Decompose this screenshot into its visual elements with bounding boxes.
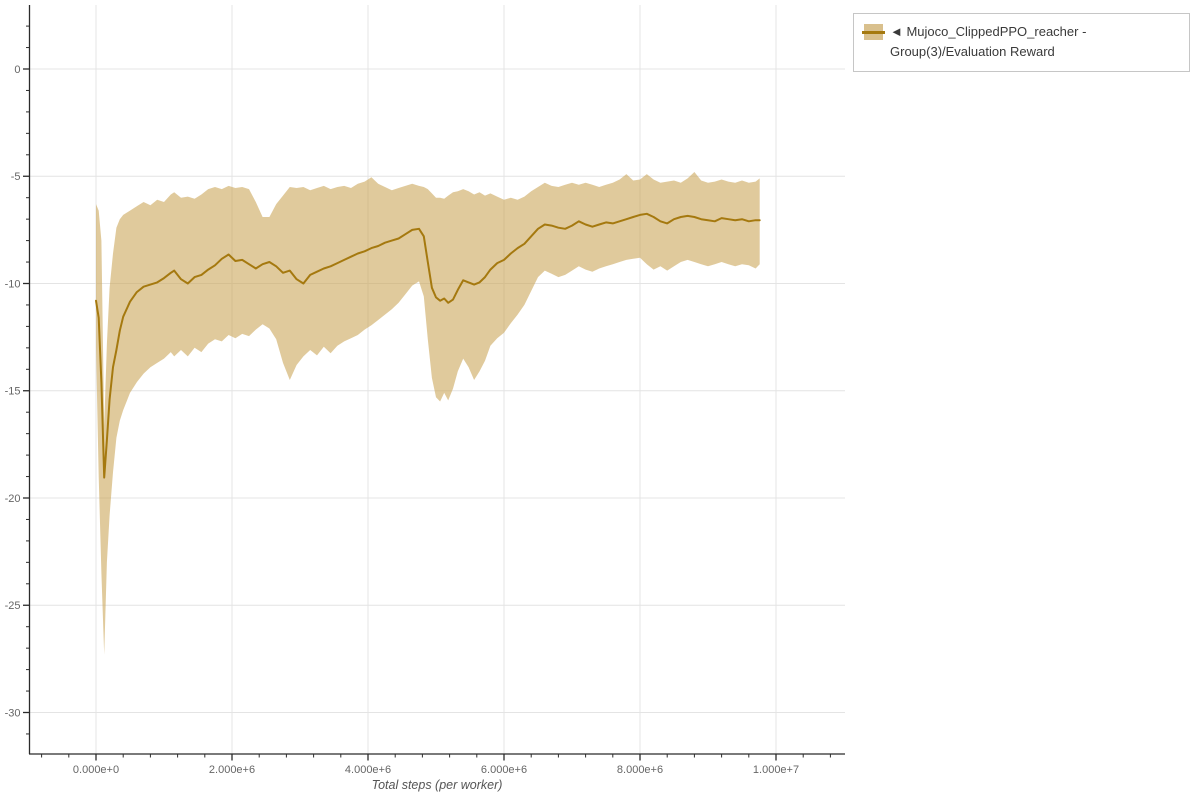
std-band-layer — [96, 172, 760, 655]
evaluation-reward-chart: 0.000e+0 2.000e+6 4.000e+6 6.000e+6 8.000e+6… — [0, 0, 1200, 800]
legend-swatch-band-icon — [862, 24, 885, 40]
legend-entry-evaluation-reward[interactable]: ◄ Mujoco_ClippedPPO_reacher - Group(3)/E… — [862, 22, 1179, 62]
y-tick-label: -10 — [5, 278, 21, 290]
y-tick-label: -20 — [5, 493, 21, 505]
x-tick-label: 0.000e+0 — [73, 764, 119, 776]
x-axis-title: Total steps (per worker) — [372, 778, 503, 792]
x-tick-label: 4.000e+6 — [345, 764, 391, 776]
x-tick-label: 2.000e+6 — [209, 764, 255, 776]
y-tick-label: -30 — [5, 707, 21, 719]
x-tick-label: 6.000e+6 — [481, 764, 527, 776]
y-tick-label: 0 — [14, 64, 20, 76]
y-tick-label: -25 — [5, 600, 21, 612]
x-tick-label: 8.000e+6 — [617, 764, 663, 776]
legend: ◄ Mujoco_ClippedPPO_reacher - Group(3)/E… — [853, 13, 1190, 72]
y-tick-label: -5 — [11, 171, 21, 183]
legend-label: ◄ Mujoco_ClippedPPO_reacher - Group(3)/E… — [890, 24, 1087, 59]
std-band — [96, 172, 760, 655]
plot-canvas: 0.000e+0 2.000e+6 4.000e+6 6.000e+6 8.000e+6… — [5, 5, 845, 792]
y-tick-label: -15 — [5, 386, 21, 398]
x-tick-label: 1.000e+7 — [753, 764, 799, 776]
legend-swatch-line-icon — [862, 31, 885, 34]
